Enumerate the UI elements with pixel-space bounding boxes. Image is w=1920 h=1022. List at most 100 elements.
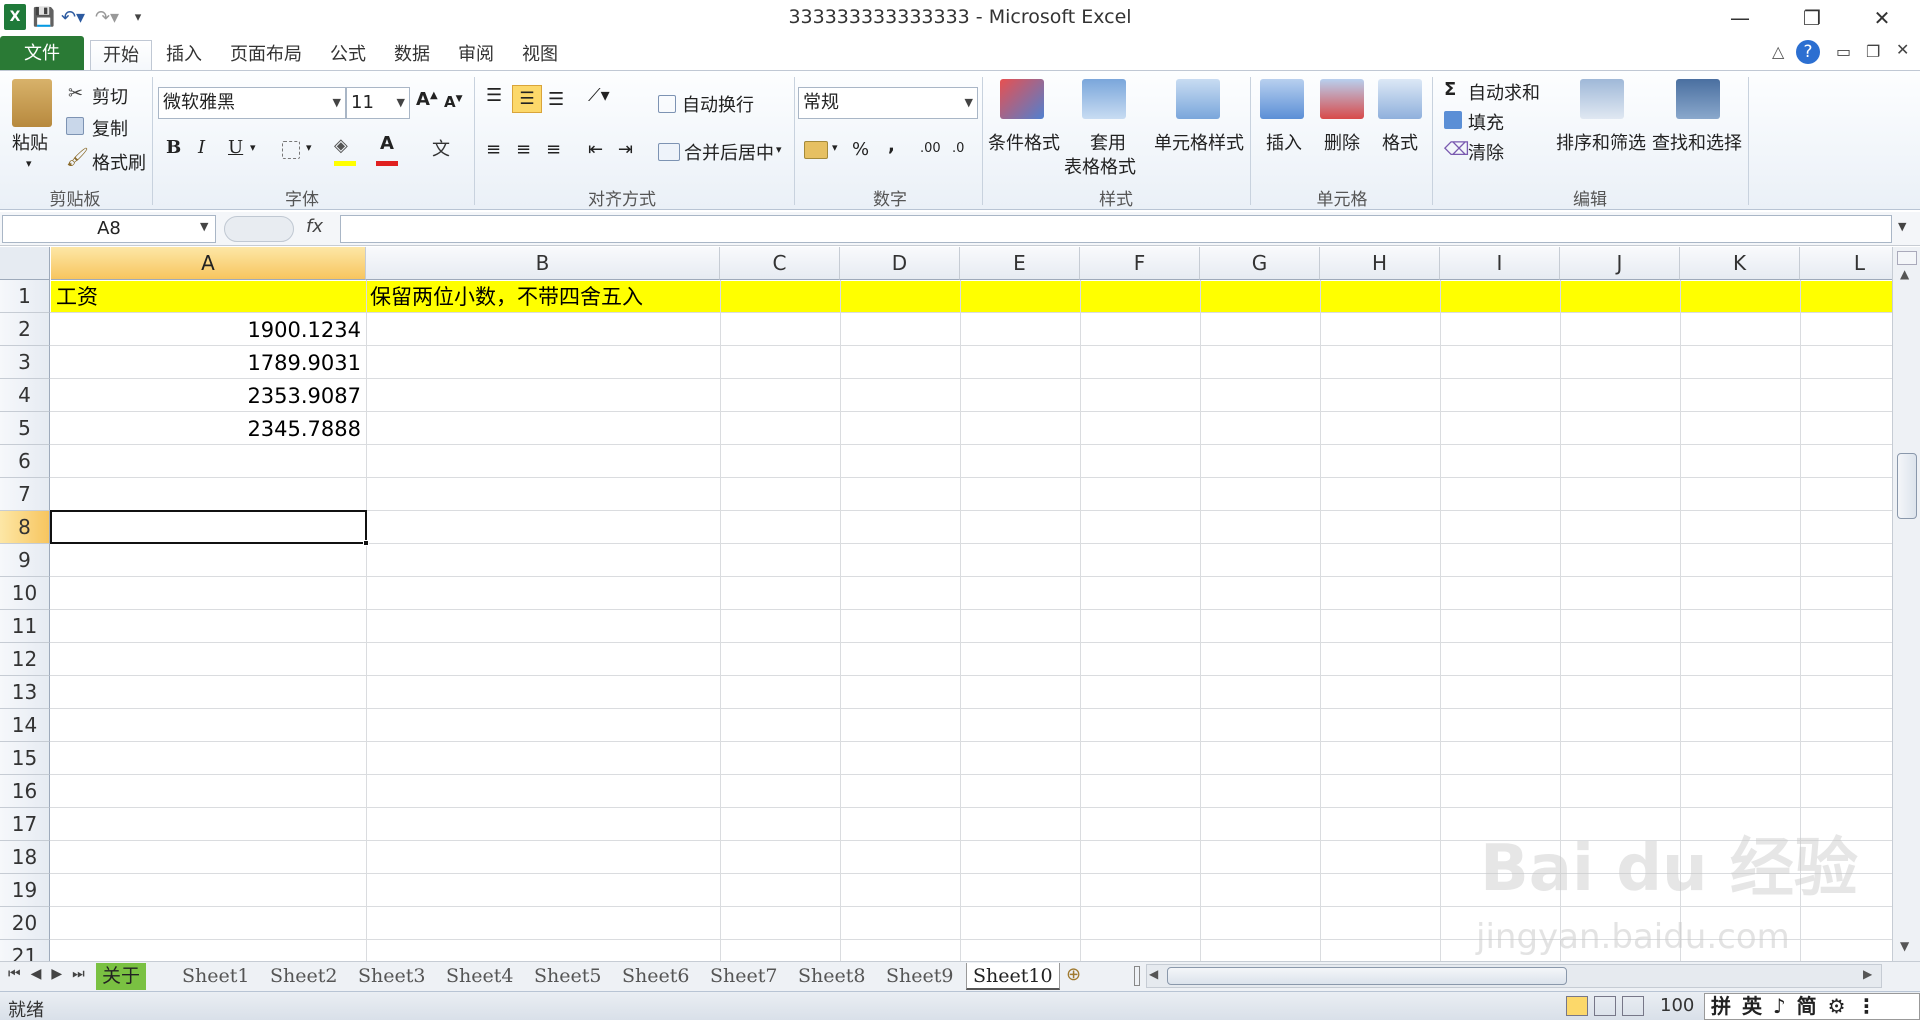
sheet-tab[interactable]: Sheet8 [792,963,871,990]
minimize-button[interactable]: — [1720,6,1760,32]
cell-styles-button[interactable]: 单元格样式 [1154,129,1244,155]
expand-formula-bar-icon[interactable]: ▼ [1898,220,1906,233]
select-all-corner[interactable] [0,247,50,280]
row-header[interactable]: 18 [0,841,50,874]
sheet-tab[interactable]: Sheet1 [176,963,255,990]
row-header[interactable]: 17 [0,808,50,841]
wb-close-icon[interactable]: ✕ [1896,40,1909,59]
cell-a4[interactable]: 2353.9087 [51,380,361,412]
row-header[interactable]: 7 [0,478,50,511]
phonetic-icon[interactable]: 文 [432,135,450,161]
sheet-tab[interactable]: Sheet3 [352,963,431,990]
row-header[interactable]: 3 [0,346,50,379]
row-header[interactable]: 2 [0,313,50,346]
h-scroll-thumb[interactable] [1167,967,1567,985]
zoom-level[interactable]: 100 [1660,995,1694,1016]
tab-review[interactable]: 审阅 [448,40,504,71]
scroll-down-icon[interactable]: ▼ [1900,939,1909,953]
align-left-icon[interactable]: ≡ [486,139,501,160]
fill-color-icon[interactable]: ◈ [334,135,348,156]
formula-expand-handle[interactable] [224,216,294,242]
column-header-b[interactable]: B [366,247,720,280]
name-box-dropdown-icon[interactable]: ▼ [200,220,208,233]
copy-button[interactable]: 复制 [92,115,128,141]
column-header-l[interactable]: L [1800,247,1892,280]
align-center-icon[interactable]: ≡ [516,139,531,160]
row-header[interactable]: 4 [0,379,50,412]
column-header-i[interactable]: I [1440,247,1560,280]
horizontal-scrollbar[interactable]: ◀ ▶ [1146,964,1882,988]
insert-function-icon[interactable]: fx [306,216,323,237]
sheet-nav-icons[interactable]: ⏮◀▶⏭ [8,966,95,982]
wb-restore-icon[interactable]: ❐ [1866,42,1880,61]
conditional-format-button[interactable]: 条件格式 [988,129,1060,155]
column-header-h[interactable]: H [1320,247,1440,280]
tab-formulas[interactable]: 公式 [320,40,376,71]
delete-cells-button[interactable]: 删除 [1324,129,1360,155]
row-header[interactable]: 14 [0,709,50,742]
font-size-dropdown[interactable]: 11 ▼ [346,87,410,119]
clear-button[interactable]: 清除 [1468,139,1504,165]
paste-button[interactable]: 粘贴 [12,129,48,155]
row-header[interactable]: 1 [0,280,50,313]
restore-button[interactable]: ❐ [1792,6,1832,32]
align-bottom-icon[interactable]: ☰ [548,89,564,110]
sort-filter-button[interactable]: 排序和筛选 [1556,129,1646,155]
scroll-left-icon[interactable]: ◀ [1149,967,1158,981]
sheet-tab[interactable]: Sheet6 [616,963,695,990]
cell-a2[interactable]: 1900.1234 [51,314,361,346]
column-header-g[interactable]: G [1200,247,1320,280]
name-box[interactable]: A8 [2,215,216,243]
insert-sheet-icon[interactable]: ⊕ [1066,964,1081,985]
row-header[interactable]: 10 [0,577,50,610]
ime-toolbar[interactable]: 拼 英 ♪ 简 ⚙ ⋮ [1704,993,1920,1020]
currency-dropdown-icon[interactable]: ▾ [832,141,838,154]
row-header[interactable]: 11 [0,610,50,643]
fill-button[interactable]: 填充 [1468,109,1504,135]
column-header-j[interactable]: J [1560,247,1680,280]
increase-decimal-icon[interactable]: .00 [920,141,941,156]
format-table-label-1[interactable]: 套用 [1090,129,1126,155]
autosum-button[interactable]: 自动求和 [1468,79,1540,105]
tab-page-layout[interactable]: 页面布局 [222,40,310,71]
merge-dropdown-icon[interactable]: ▾ [776,143,782,156]
bold-button[interactable]: B [166,137,181,158]
underline-button[interactable]: U [228,137,243,158]
paste-dropdown-icon[interactable]: ▾ [26,157,32,170]
row-header[interactable]: 6 [0,445,50,478]
close-button[interactable]: ✕ [1862,6,1902,32]
tab-insert[interactable]: 插入 [158,40,210,71]
sheet-tab[interactable]: 关于 [96,963,147,990]
column-header-f[interactable]: F [1080,247,1200,280]
cell-a1[interactable]: 工资 [56,281,98,313]
format-table-label-2[interactable]: 表格格式 [1064,153,1136,179]
shrink-font-icon[interactable]: A▼ [444,93,463,111]
tab-view[interactable]: 视图 [512,40,568,71]
tab-data[interactable]: 数据 [384,40,440,71]
merge-center-button[interactable]: 合并后居中 [684,139,774,165]
split-handle[interactable] [1897,251,1917,265]
normal-view-icon[interactable] [1566,996,1588,1016]
cell-a5[interactable]: 2345.7888 [51,413,361,445]
cell-b1[interactable]: 保留两位小数，不带四舍五入 [370,281,643,313]
scroll-right-icon[interactable]: ▶ [1863,967,1872,981]
format-cells-button[interactable]: 格式 [1382,129,1418,155]
insert-cells-button[interactable]: 插入 [1266,129,1302,155]
tab-split-handle[interactable] [1134,966,1140,986]
row-header[interactable]: 15 [0,742,50,775]
align-right-icon[interactable]: ≡ [546,139,561,160]
tab-file[interactable]: 文件 [0,36,84,71]
column-header-e[interactable]: E [960,247,1080,280]
scroll-up-icon[interactable]: ▲ [1900,267,1909,281]
tab-home[interactable]: 开始 [90,40,152,71]
font-name-dropdown[interactable]: 微软雅黑 ▼ [158,87,346,119]
cut-button[interactable]: 剪切 [92,83,128,109]
sheet-tab[interactable]: Sheet5 [528,963,607,990]
minimize-ribbon-icon[interactable]: △ [1772,42,1784,61]
cell-a3[interactable]: 1789.9031 [51,347,361,379]
decrease-decimal-icon[interactable]: .0 [952,141,964,156]
decrease-indent-icon[interactable]: ⇤ [588,139,603,160]
sheet-tab[interactable]: Sheet7 [704,963,783,990]
italic-button[interactable]: I [198,137,205,158]
fill-handle[interactable] [363,540,369,546]
